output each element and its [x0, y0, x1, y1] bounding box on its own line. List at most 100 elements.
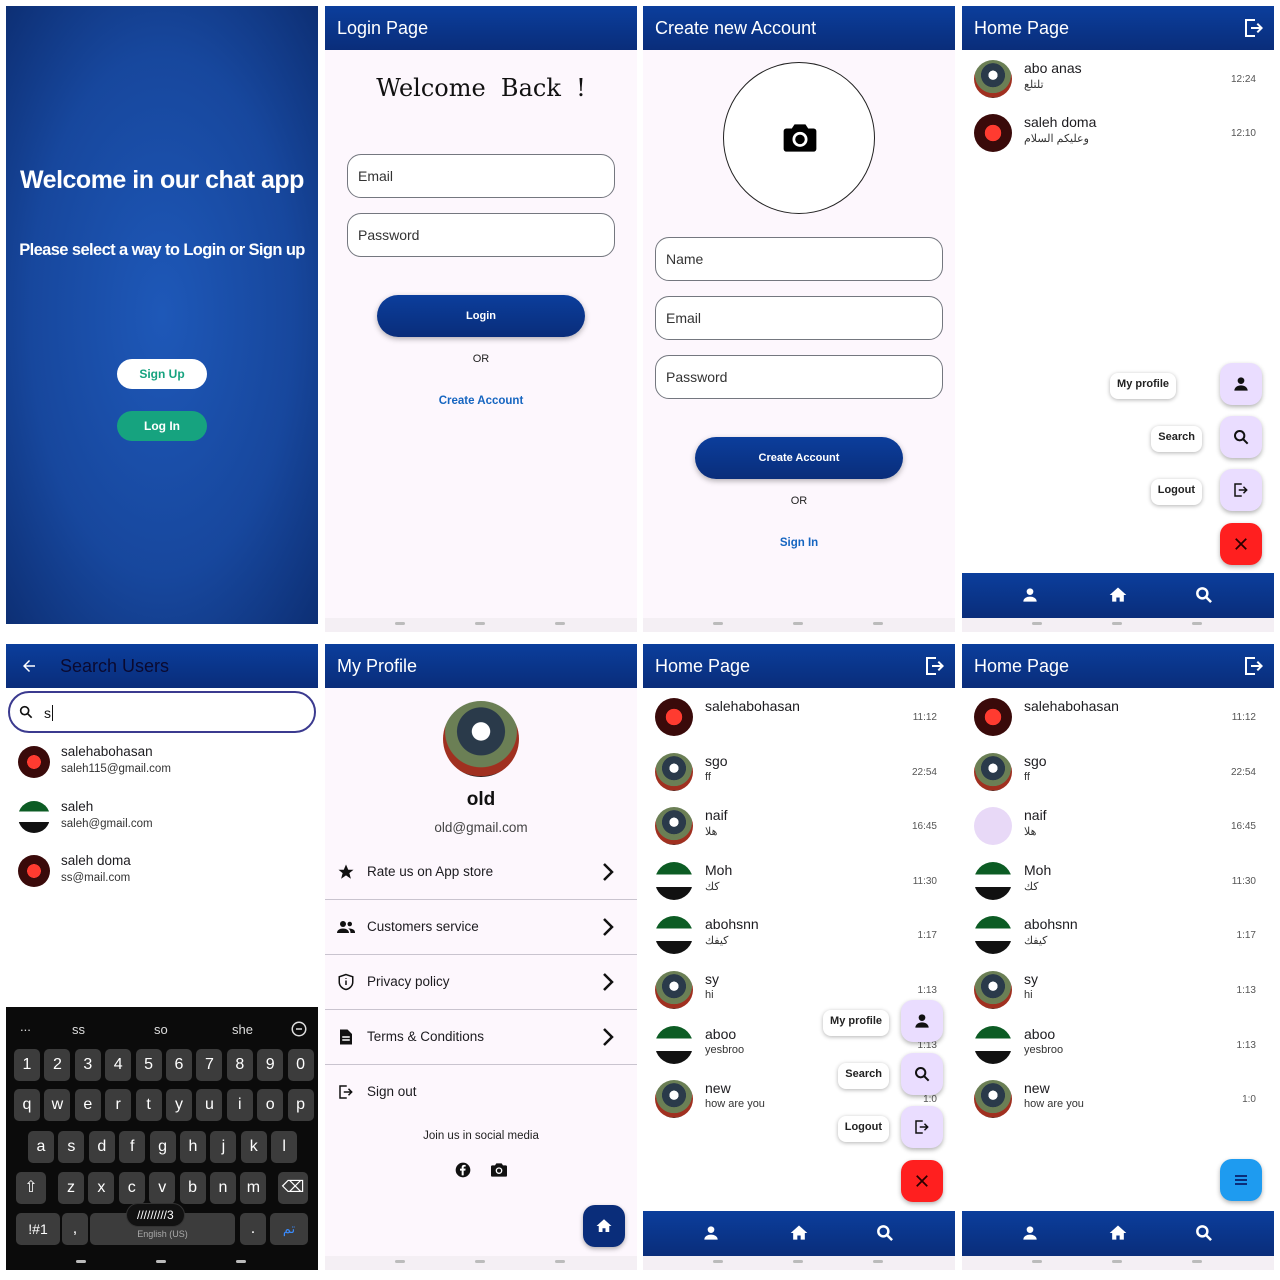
- keyboard-key[interactable]: e: [74, 1089, 101, 1121]
- keyboard-key[interactable]: x: [88, 1172, 115, 1204]
- keyboard-key[interactable]: j: [210, 1131, 237, 1163]
- terms-item[interactable]: Terms & Conditions: [325, 1011, 637, 1065]
- keyboard-key[interactable]: c: [118, 1172, 145, 1204]
- keyboard-key[interactable]: t: [135, 1089, 162, 1121]
- privacy-policy-item[interactable]: Privacy policy: [325, 956, 637, 1010]
- keyboard-key[interactable]: y: [166, 1089, 192, 1121]
- sign-out-item[interactable]: Sign out: [325, 1066, 637, 1120]
- chat-row[interactable]: abo anas تلتلع 12:24: [962, 54, 1274, 108]
- keyboard-key[interactable]: k: [240, 1131, 267, 1163]
- chat-row[interactable]: new how are you 1:0: [962, 1074, 1274, 1128]
- keyboard-key[interactable]: n: [210, 1172, 236, 1204]
- logout-label[interactable]: Logout: [837, 1116, 889, 1142]
- keyboard-key[interactable]: d: [88, 1131, 115, 1163]
- logout-fab[interactable]: [1220, 469, 1262, 511]
- rate-us-item[interactable]: Rate us on App store: [325, 846, 637, 900]
- shift-key[interactable]: ⇧: [16, 1172, 46, 1204]
- customers-service-item[interactable]: Customers service: [325, 901, 637, 955]
- facebook-icon[interactable]: [455, 1162, 471, 1178]
- search-input[interactable]: s: [8, 691, 316, 733]
- keyboard-key[interactable]: p: [287, 1089, 314, 1121]
- my-profile-label[interactable]: My profile: [1110, 373, 1176, 399]
- search-result[interactable]: salehabohasan saleh115@gmail.com: [6, 742, 318, 796]
- close-menu-fab[interactable]: [901, 1160, 943, 1202]
- keyboard-key[interactable]: w: [44, 1089, 71, 1121]
- chat-row[interactable]: naif هلا 16:45: [962, 801, 1274, 855]
- create-account-link[interactable]: Create Account: [325, 395, 637, 407]
- avatar-picker[interactable]: [723, 62, 875, 214]
- chat-row[interactable]: salehabohasan 11:12: [962, 692, 1274, 746]
- voice-input-icon[interactable]: [290, 1020, 308, 1038]
- keyboard-key[interactable]: z: [58, 1172, 84, 1204]
- chat-row[interactable]: aboo yesbroo 1:13: [962, 1020, 1274, 1074]
- email-field[interactable]: Email: [655, 296, 943, 340]
- chat-row[interactable]: sgo ff 22:54: [643, 747, 955, 801]
- keyboard-key[interactable]: 9: [257, 1049, 284, 1081]
- keyboard-key[interactable]: o: [257, 1089, 284, 1121]
- nav-home-icon[interactable]: [1108, 1223, 1128, 1243]
- instagram-camera-icon[interactable]: [491, 1162, 507, 1178]
- keyboard-key[interactable]: s: [58, 1131, 85, 1163]
- my-profile-label[interactable]: My profile: [823, 1010, 889, 1036]
- search-result[interactable]: saleh saleh@gmail.com: [6, 797, 318, 851]
- logout-fab[interactable]: [901, 1106, 943, 1148]
- nav-profile-icon[interactable]: [701, 1223, 721, 1243]
- keyboard-key[interactable]: g: [149, 1131, 176, 1163]
- keyboard-key[interactable]: 2: [44, 1049, 71, 1081]
- my-profile-fab[interactable]: [901, 1000, 943, 1042]
- create-account-button[interactable]: Create Account: [695, 437, 903, 479]
- logout-icon[interactable]: [1242, 654, 1266, 678]
- keyboard-key[interactable]: q: [14, 1089, 40, 1121]
- password-field[interactable]: Password: [655, 355, 943, 399]
- nav-home-icon[interactable]: [1108, 585, 1128, 605]
- chat-row[interactable]: abohsnn كيفك 1:17: [643, 910, 955, 964]
- chat-row[interactable]: saleh doma وعليكم السلام 12:10: [962, 108, 1274, 162]
- keyboard-key[interactable]: h: [180, 1131, 206, 1163]
- period-key[interactable]: .: [240, 1213, 266, 1245]
- search-fab[interactable]: [901, 1053, 943, 1095]
- suggestion-item[interactable]: she: [232, 1022, 253, 1037]
- logout-icon[interactable]: [1242, 16, 1266, 40]
- keyboard-key[interactable]: m: [240, 1172, 267, 1204]
- signup-button[interactable]: Sign Up: [117, 359, 207, 389]
- keyboard-key[interactable]: 7: [196, 1049, 223, 1081]
- my-profile-fab[interactable]: [1220, 363, 1262, 405]
- chat-row[interactable]: naif هلا 16:45: [643, 801, 955, 855]
- home-fab[interactable]: [583, 1205, 625, 1247]
- keyboard-key[interactable]: b: [179, 1172, 206, 1204]
- symbols-key[interactable]: !#1: [16, 1213, 60, 1245]
- chat-row[interactable]: Moh كك 11:30: [962, 856, 1274, 910]
- chat-row[interactable]: Moh كك 11:30: [643, 856, 955, 910]
- comma-key[interactable]: ,: [62, 1213, 88, 1245]
- backspace-key[interactable]: ⌫: [278, 1172, 308, 1204]
- search-fab[interactable]: [1220, 416, 1262, 458]
- suggestion-item[interactable]: ss: [72, 1022, 85, 1037]
- keyboard-key[interactable]: v: [149, 1172, 176, 1204]
- close-menu-fab[interactable]: [1220, 523, 1262, 565]
- login-button[interactable]: Log In: [117, 411, 207, 441]
- back-arrow-icon[interactable]: [20, 657, 38, 675]
- chat-row[interactable]: sgo ff 22:54: [962, 747, 1274, 801]
- logout-label[interactable]: Logout: [1150, 479, 1202, 505]
- chat-row[interactable]: salehabohasan 11:12: [643, 692, 955, 746]
- login-submit-button[interactable]: Login: [377, 295, 585, 337]
- sign-in-link[interactable]: Sign In: [643, 537, 955, 549]
- nav-profile-icon[interactable]: [1020, 585, 1040, 605]
- nav-search-icon[interactable]: [1194, 585, 1214, 605]
- keyboard-key[interactable]: i: [226, 1089, 253, 1121]
- chat-row[interactable]: sy hi 1:13: [962, 965, 1274, 1019]
- search-label[interactable]: Search: [1151, 426, 1202, 452]
- keyboard-key[interactable]: 6: [166, 1049, 192, 1081]
- keyboard-key[interactable]: u: [196, 1089, 223, 1121]
- enter-key[interactable]: تم: [270, 1213, 308, 1245]
- keyboard-key[interactable]: 1: [14, 1049, 40, 1081]
- keyboard-key[interactable]: 0: [287, 1049, 314, 1081]
- keyboard-key[interactable]: f: [119, 1131, 146, 1163]
- nav-profile-icon[interactable]: [1020, 1223, 1040, 1243]
- search-result[interactable]: saleh doma ss@mail.com: [6, 851, 318, 905]
- nav-search-icon[interactable]: [1194, 1223, 1214, 1243]
- nav-home-icon[interactable]: [789, 1223, 809, 1243]
- keyboard-key[interactable]: r: [105, 1089, 132, 1121]
- nav-search-icon[interactable]: [875, 1223, 895, 1243]
- keyboard-key[interactable]: 4: [105, 1049, 132, 1081]
